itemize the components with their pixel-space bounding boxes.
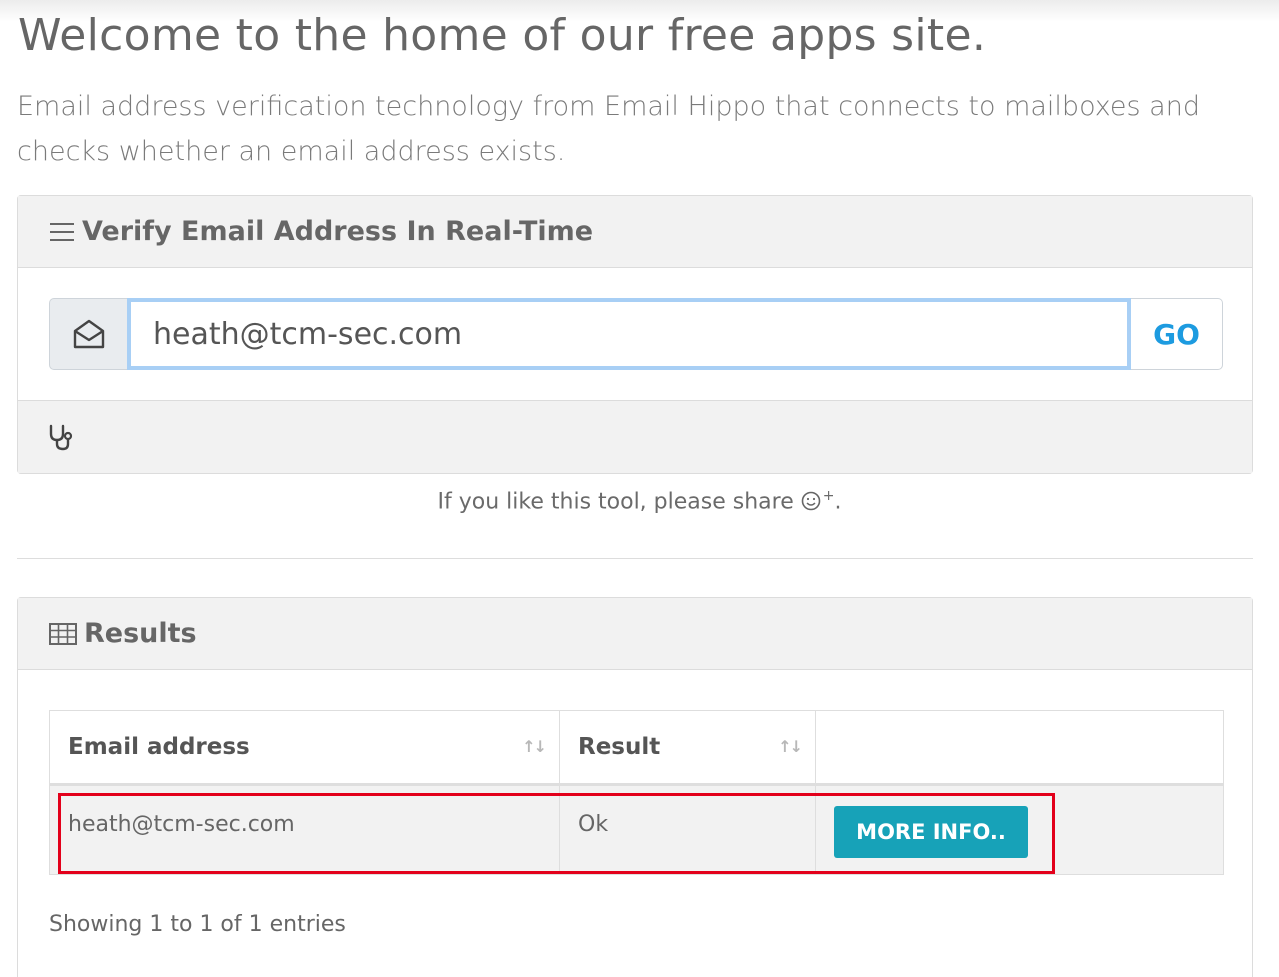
share-plus: +	[822, 488, 835, 504]
email-input[interactable]	[127, 298, 1131, 370]
results-card: Results Email address ↑↓ Result ↑↓ heath…	[17, 597, 1253, 977]
cell-result: Ok	[559, 784, 816, 875]
results-card-title: Results	[84, 618, 197, 649]
smiley-plus-icon[interactable]	[801, 489, 823, 517]
share-line: If you like this tool, please share +.	[0, 488, 1279, 517]
verify-card-footer	[18, 400, 1252, 473]
share-text: If you like this tool, please share	[437, 489, 794, 515]
entries-info: Showing 1 to 1 of 1 entries	[49, 912, 346, 937]
cell-email: heath@tcm-sec.com	[49, 784, 560, 875]
verify-card: Verify Email Address In Real-Time GO	[17, 195, 1253, 474]
column-header-result[interactable]: Result ↑↓	[559, 710, 816, 786]
email-input-group: GO	[49, 298, 1223, 370]
results-header-row: Email address ↑↓ Result ↑↓	[49, 710, 1224, 786]
column-header-actions	[815, 710, 1224, 786]
envelope-open-icon	[72, 318, 106, 350]
verify-card-header: Verify Email Address In Real-Time	[18, 196, 1252, 268]
share-suffix: .	[834, 489, 842, 515]
column-header-email[interactable]: Email address ↑↓	[49, 710, 560, 786]
section-divider	[17, 558, 1253, 559]
table-icon	[48, 621, 78, 647]
table-row: heath@tcm-sec.com Ok MORE INFO..	[49, 784, 1224, 875]
sort-icon: ↑↓	[522, 737, 547, 756]
results-card-header: Results	[18, 598, 1252, 670]
column-header-email-label: Email address	[68, 734, 250, 760]
sort-icon: ↑↓	[778, 737, 803, 756]
results-table: Email address ↑↓ Result ↑↓ heath@tcm-sec…	[49, 710, 1224, 875]
envelope-addon	[49, 298, 127, 370]
cell-action: MORE INFO..	[815, 784, 1224, 875]
hamburger-icon	[48, 220, 76, 244]
more-info-button[interactable]: MORE INFO..	[834, 806, 1028, 858]
go-button[interactable]: GO	[1131, 298, 1223, 370]
verify-card-title: Verify Email Address In Real-Time	[82, 216, 594, 247]
page-title: Welcome to the home of our free apps sit…	[18, 10, 987, 61]
page-subtitle: Email address verification technology fr…	[17, 91, 1200, 167]
column-header-result-label: Result	[578, 734, 661, 760]
stethoscope-icon	[48, 423, 74, 451]
